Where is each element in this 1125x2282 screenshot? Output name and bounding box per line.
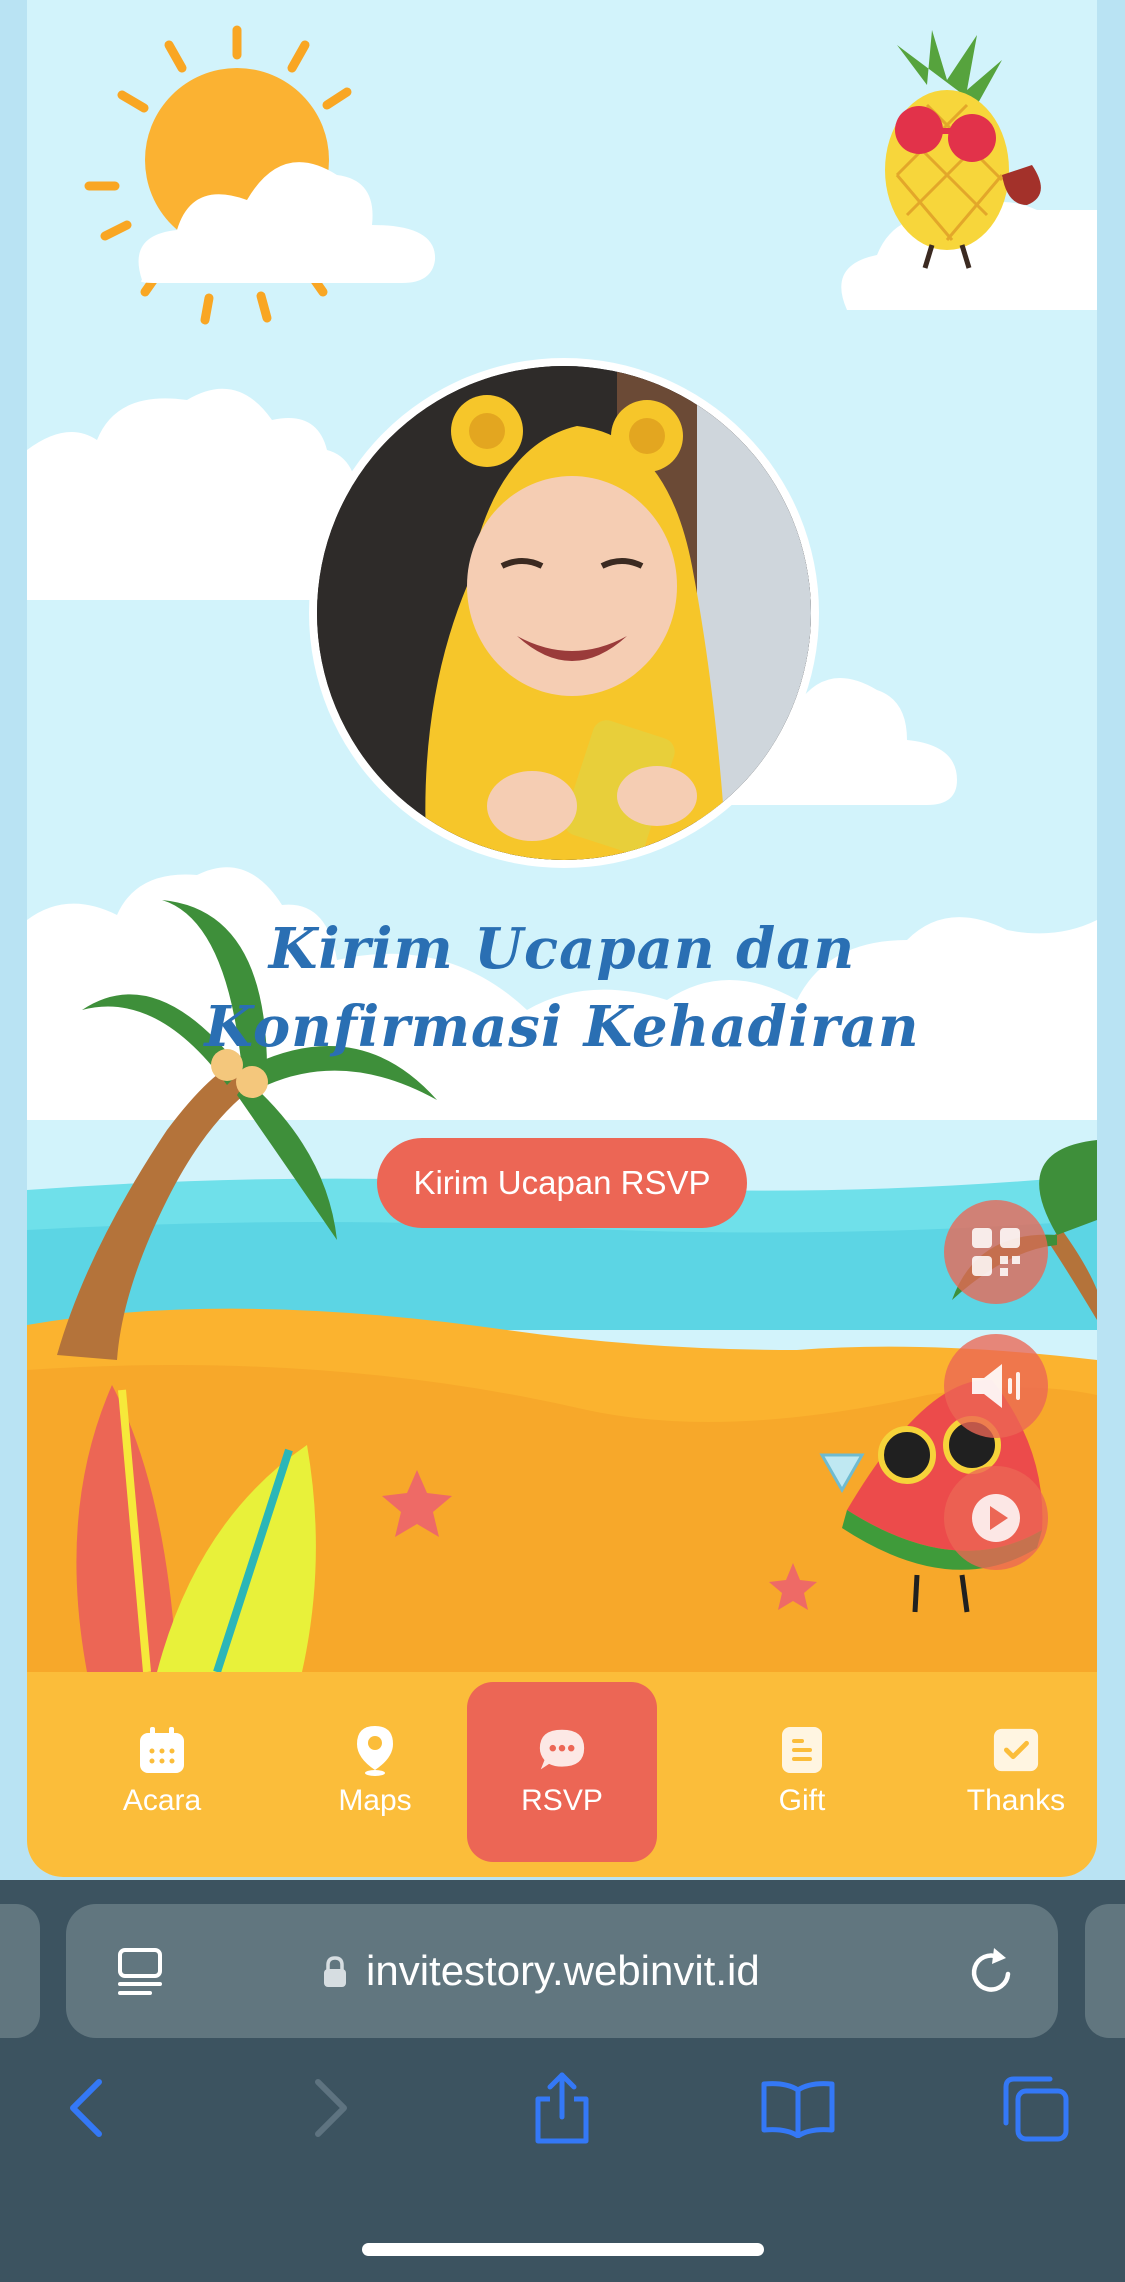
bottom-tab-bar: Acara Maps RSVP Gift Thanks [27,1672,1097,1877]
baby-photo-avatar [309,358,819,868]
send-rsvp-button[interactable]: Kirim Ucapan RSVP [377,1138,747,1228]
back-button[interactable] [42,2058,132,2158]
autoscroll-play-button[interactable] [944,1466,1048,1570]
checkbox-icon [992,1726,1040,1774]
tabs-icon [1003,2076,1069,2142]
back-icon [70,2079,102,2137]
invitation-card: Kirim Ucapan dan Konfirmasi Kehadiran Ki… [27,0,1097,1877]
speaker-icon [972,1364,1020,1408]
map-pin-icon [351,1726,399,1776]
home-indicator[interactable] [362,2243,764,2256]
tab-gift[interactable]: Gift [707,1682,897,1862]
bookmarks-button[interactable] [753,2058,843,2158]
url-text: invitestory.webinvit.id [366,1947,760,1994]
tab-label: Thanks [966,1784,1066,1817]
share-icon [535,2072,589,2144]
page-frame: Kirim Ucapan dan Konfirmasi Kehadiran Ki… [0,0,1125,1880]
tab-thanks[interactable]: Thanks [921,1682,1097,1862]
baby-photo-illustration [317,366,811,860]
tab-label: RSVP [521,1784,603,1817]
share-button[interactable] [517,2058,607,2158]
bookmarks-icon [761,2081,835,2138]
calendar-icon [138,1726,186,1774]
forward-button[interactable] [285,2058,375,2158]
previous-tab-peek[interactable] [0,1904,40,2038]
play-icon [972,1494,1020,1542]
forward-icon [315,2079,347,2137]
document-icon [778,1726,826,1774]
reader-icon[interactable] [116,1946,166,2002]
title-line-1: Kirim Ucapan dan [268,916,856,982]
lock-icon [322,1956,348,1992]
next-tab-peek[interactable] [1085,1904,1125,2038]
tab-label: Gift [778,1784,826,1817]
title-line-2: Konfirmasi Kehadiran [204,994,920,1060]
chat-bubble-icon [538,1726,586,1774]
invitation-title: Kirim Ucapan dan Konfirmasi Kehadiran [27,910,1097,1066]
tab-maps[interactable]: Maps [280,1682,470,1862]
qr-code-button[interactable] [944,1200,1048,1304]
qr-code-icon [972,1228,1020,1276]
address-bar[interactable]: invitestory.webinvit.id [66,1904,1058,2038]
tab-label: Acara [122,1784,202,1817]
tab-label: Maps [338,1784,412,1817]
browser-toolbar: invitestory.webinvit.id [0,1880,1125,2282]
music-toggle-button[interactable] [944,1334,1048,1438]
tabs-button[interactable] [990,2058,1080,2158]
tab-rsvp[interactable]: RSVP [467,1682,657,1862]
reload-icon[interactable] [968,1946,1018,2002]
tab-acara[interactable]: Acara [67,1682,257,1862]
